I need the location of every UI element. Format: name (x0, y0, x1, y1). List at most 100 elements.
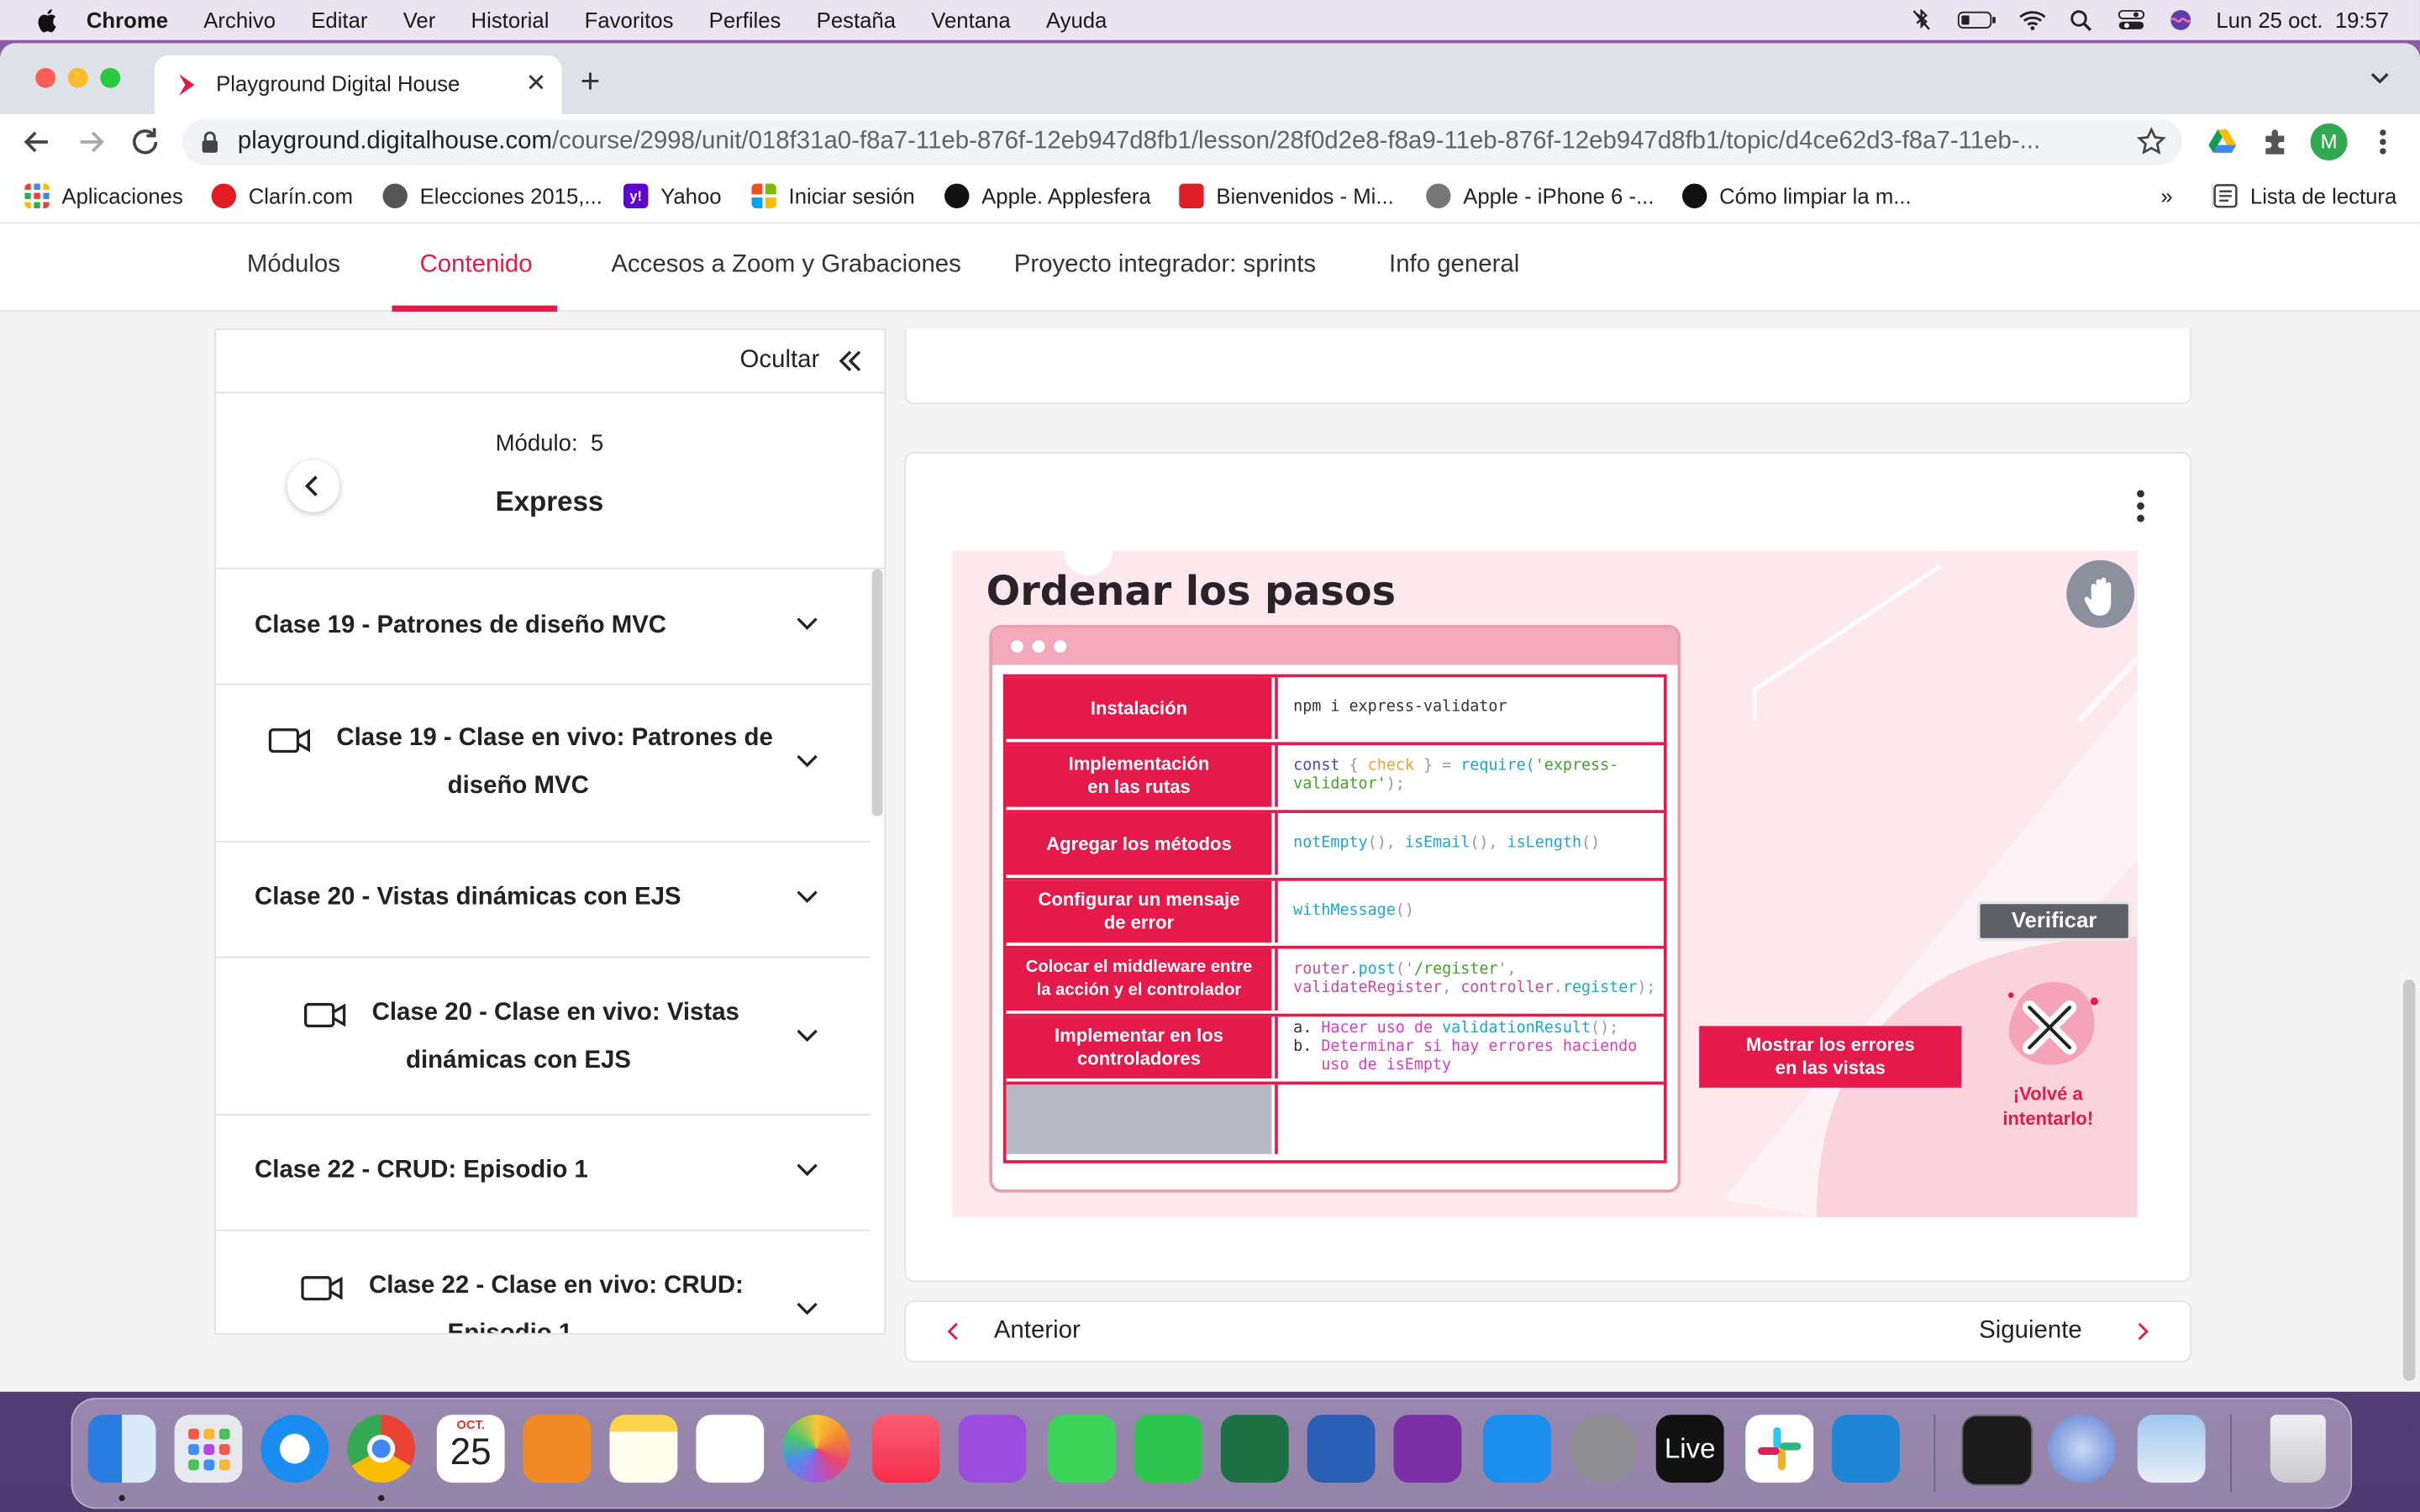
sidebar-header[interactable]: Ocultar (216, 330, 885, 394)
address-bar[interactable]: playground.digitalhouse.com/course/2998/… (182, 118, 2183, 165)
bookmark-clarin[interactable]: Clarín.com (211, 183, 353, 208)
chevron-left-icon[interactable] (946, 1322, 961, 1341)
finder-icon[interactable] (87, 1415, 156, 1483)
hand-tool-button[interactable] (2066, 559, 2135, 628)
chevron-right-icon[interactable] (2134, 1322, 2149, 1341)
photos-icon[interactable] (782, 1415, 851, 1483)
tab-search-chevron-icon[interactable] (2367, 65, 2391, 89)
lock-icon[interactable] (201, 131, 219, 153)
bookmark-elecciones[interactable]: Elecciones 2015,... (382, 183, 602, 208)
step-slot[interactable]: Colocar el middleware entre la acción y e… (1006, 948, 1272, 1011)
menu-app-chrome[interactable]: Chrome (87, 8, 168, 32)
close-window-button[interactable] (35, 67, 56, 88)
menubar-datetime[interactable]: Lun 25 oct. 19:57 (2216, 8, 2389, 32)
forward-arrow-icon[interactable] (72, 123, 109, 160)
google-drive-icon[interactable] (2207, 127, 2238, 158)
step-slot[interactable]: Configurar un mensaje de error (1006, 880, 1272, 943)
bluetooth-off-icon[interactable] (1907, 9, 1935, 31)
nav-modulos[interactable]: Módulos (247, 251, 340, 279)
wifi-icon[interactable] (2018, 9, 2046, 31)
previous-button[interactable]: Anterior (994, 1318, 1081, 1346)
facetime-icon[interactable] (1134, 1415, 1202, 1483)
bookmark-aplicaciones[interactable]: Aplicaciones (24, 183, 183, 208)
nav-accesos-zoom[interactable]: Accesos a Zoom y Grabaciones (611, 251, 961, 279)
bookmark-bienvenidos[interactable]: Bienvenidos - Mi... (1179, 183, 1394, 208)
nav-info-general[interactable]: Info general (1389, 251, 1519, 279)
minimize-window-button[interactable] (67, 67, 88, 88)
books-icon[interactable] (523, 1415, 592, 1483)
nav-proyecto-integrador[interactable]: Proyecto integrador: sprints (1014, 251, 1316, 279)
apple-logo-icon[interactable] (34, 6, 61, 34)
chevron-down-icon[interactable] (797, 1162, 818, 1177)
podcasts-icon[interactable] (958, 1415, 1027, 1483)
menu-perfiles[interactable]: Perfiles (709, 8, 781, 32)
double-chevron-left-icon[interactable] (838, 349, 862, 373)
back-arrow-icon[interactable] (18, 123, 55, 160)
sidebar-item-clase19-en-vivo[interactable]: Clase 19 - Clase en vivo: Patrones de di… (216, 685, 871, 843)
hide-sidebar-label[interactable]: Ocultar (740, 347, 820, 375)
profile-avatar[interactable]: M (2310, 123, 2348, 161)
extensions-puzzle-icon[interactable] (2261, 127, 2292, 158)
chrome-icon[interactable] (347, 1415, 416, 1483)
browser-tab-active[interactable]: Playground Digital House ✕ (154, 55, 562, 114)
bookmark-iniciar-sesion[interactable]: Iniciar sesión (751, 183, 915, 208)
preview-icon[interactable] (2137, 1415, 2206, 1483)
sidebar-item-clase22-en-vivo[interactable]: Clase 22 - Clase en vivo: CRUD: Episodio… (216, 1231, 871, 1333)
slack-icon[interactable] (1745, 1415, 1814, 1483)
verify-button[interactable]: Verificar (1976, 900, 2132, 942)
menu-favoritos[interactable]: Favoritos (585, 8, 674, 32)
bookmark-yahoo[interactable]: y! Yahoo (623, 183, 722, 208)
step-slot[interactable]: Agregar los métodos (1006, 812, 1272, 875)
new-tab-button[interactable]: + (581, 61, 601, 102)
sidebar-item-clase20-ejs[interactable]: Clase 20 - Vistas dinámicas con EJS (216, 842, 871, 958)
more-options-icon[interactable] (2134, 487, 2147, 524)
bookmark-como-limpiar[interactable]: Cómo limpiar la m... (1682, 183, 1912, 208)
menu-archivo[interactable]: Archivo (203, 8, 276, 32)
siri-icon[interactable] (2167, 9, 2195, 31)
page-scrollbar[interactable] (2402, 979, 2416, 1381)
terminal-icon[interactable] (1961, 1415, 2033, 1486)
chevron-down-icon[interactable] (797, 889, 818, 904)
previous-module-button[interactable] (287, 459, 340, 512)
sidebar-item-clase19-mvc[interactable]: Clase 19 - Patrones de diseño MVC (216, 569, 871, 685)
bookmark-apple-iphone[interactable]: Apple - iPhone 6 -... (1426, 183, 1654, 208)
messages-icon[interactable] (1048, 1415, 1116, 1483)
menu-pestana[interactable]: Pestaña (817, 8, 896, 32)
step-slot[interactable]: Implementar en los controladores (1006, 1016, 1272, 1079)
reminders-icon[interactable] (696, 1415, 765, 1483)
chevron-down-icon[interactable] (797, 753, 818, 768)
menu-ventana[interactable]: Ventana (931, 8, 1010, 32)
sidebar-item-clase20-en-vivo[interactable]: Clase 20 - Clase en vivo: Vistas dinámic… (216, 958, 871, 1116)
chevron-down-icon[interactable] (797, 1027, 818, 1042)
spotlight-search-icon[interactable] (2068, 9, 2096, 31)
trash-icon[interactable] (2270, 1415, 2326, 1483)
step-slot[interactable]: Instalación (1006, 677, 1272, 739)
launchpad-icon[interactable] (174, 1415, 243, 1483)
zoom-window-button[interactable] (100, 67, 121, 88)
battery-icon[interactable] (1957, 9, 1997, 31)
safari-icon[interactable] (260, 1415, 329, 1483)
nav-contenido[interactable]: Contenido (420, 251, 533, 279)
qbittorrent-icon[interactable] (2048, 1415, 2117, 1483)
reading-list-button[interactable]: Lista de lectura (2211, 183, 2396, 208)
excel-icon[interactable] (1220, 1415, 1289, 1483)
draggable-step-card[interactable]: Mostrar los errores en las vistas (1699, 1026, 1962, 1088)
onenote-icon[interactable] (1393, 1415, 1462, 1483)
next-button[interactable]: Siguiente (1979, 1318, 2082, 1346)
chevron-down-icon[interactable] (797, 1300, 818, 1315)
bookmark-applesfera[interactable]: Apple. Applesfera (944, 183, 1151, 208)
menu-ayuda[interactable]: Ayuda (1046, 8, 1107, 32)
system-preferences-icon[interactable] (1569, 1415, 1638, 1483)
music-icon[interactable] (871, 1415, 940, 1483)
menu-editar[interactable]: Editar (311, 8, 367, 32)
notes-icon[interactable] (609, 1415, 678, 1483)
close-tab-icon[interactable]: ✕ (526, 68, 547, 99)
vscode-icon[interactable] (1832, 1415, 1900, 1483)
app-store-icon[interactable] (1483, 1415, 1551, 1483)
word-icon[interactable] (1307, 1415, 1376, 1483)
step-slot[interactable]: Implementación en las rutas (1006, 745, 1272, 807)
calendar-icon[interactable]: OCT. 25 (436, 1415, 505, 1483)
menu-ver[interactable]: Ver (403, 8, 436, 32)
ableton-live-icon[interactable]: Live (1655, 1415, 1724, 1483)
empty-drop-slot[interactable] (1006, 1084, 1272, 1154)
